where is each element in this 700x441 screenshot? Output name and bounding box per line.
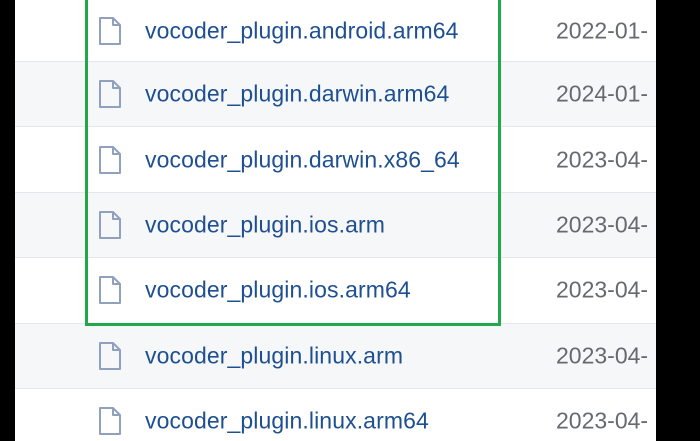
file-icon — [97, 145, 123, 175]
file-list: vocoder_plugin.android.arm64 2022-01- vo… — [15, 0, 656, 441]
file-icon — [97, 16, 123, 46]
file-row[interactable]: vocoder_plugin.android.arm64 2022-01- — [15, 0, 656, 62]
file-date: 2023-04- — [556, 407, 649, 434]
file-link[interactable]: vocoder_plugin.ios.arm — [145, 211, 385, 238]
file-row[interactable]: vocoder_plugin.ios.arm64 2023-04- — [15, 258, 656, 324]
file-date: 2024-01- — [556, 80, 649, 107]
file-link[interactable]: vocoder_plugin.android.arm64 — [145, 17, 459, 44]
file-link[interactable]: vocoder_plugin.linux.arm64 — [145, 408, 429, 435]
file-list-screen: vocoder_plugin.android.arm64 2022-01- vo… — [15, 0, 656, 441]
file-icon — [97, 79, 123, 109]
file-row[interactable]: vocoder_plugin.linux.arm64 2023-04- — [15, 389, 656, 441]
file-date: 2023-04- — [556, 146, 649, 173]
file-date: 2023-04- — [556, 342, 649, 369]
file-icon — [97, 341, 123, 371]
file-icon — [97, 275, 123, 305]
file-row[interactable]: vocoder_plugin.darwin.arm64 2024-01- — [15, 62, 656, 128]
file-row[interactable]: vocoder_plugin.darwin.x86_64 2023-04- — [15, 127, 656, 193]
file-link[interactable]: vocoder_plugin.linux.arm — [145, 342, 403, 369]
file-icon — [97, 210, 123, 240]
file-row[interactable]: vocoder_plugin.ios.arm 2023-04- — [15, 192, 656, 259]
file-link[interactable]: vocoder_plugin.ios.arm64 — [145, 277, 411, 304]
file-date: 2023-04- — [556, 211, 649, 238]
file-link[interactable]: vocoder_plugin.darwin.arm64 — [145, 81, 449, 108]
file-icon — [97, 406, 123, 436]
file-date: 2022-01- — [556, 17, 649, 43]
file-link[interactable]: vocoder_plugin.darwin.x86_64 — [145, 146, 460, 173]
file-row[interactable]: vocoder_plugin.linux.arm 2023-04- — [15, 323, 656, 389]
file-date: 2023-04- — [556, 276, 649, 303]
